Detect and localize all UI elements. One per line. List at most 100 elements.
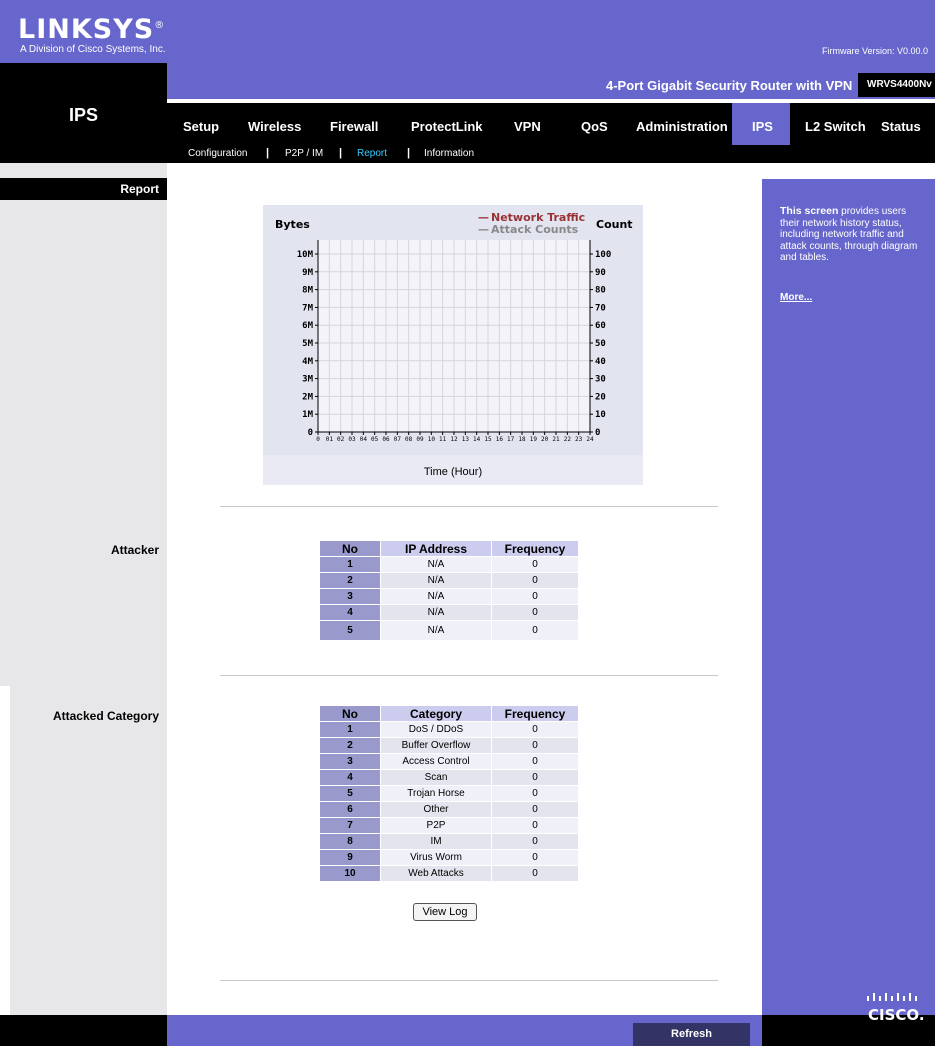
x-tick-label: 11 — [439, 436, 447, 443]
row-number: 3 — [320, 754, 380, 769]
view-log-button[interactable]: View Log — [413, 903, 477, 921]
row-number: 4 — [320, 605, 380, 620]
x-tick-label: 16 — [496, 436, 504, 443]
more-link[interactable]: More... — [780, 292, 812, 303]
right-tick-label: 40 — [595, 357, 606, 367]
frequency: 0 — [492, 850, 578, 865]
left-tick-label: 5M — [302, 339, 313, 349]
row-number: 7 — [320, 818, 380, 833]
left-tick-label: 6M — [302, 321, 313, 331]
x-axis-label: Time (Hour) — [424, 466, 482, 478]
tab-setup[interactable]: Setup — [183, 119, 219, 134]
x-tick-label: 12 — [450, 436, 458, 443]
right-tick-label: 0 — [595, 428, 600, 438]
subtab-separator: | — [407, 147, 411, 159]
left-tick-label: 9M — [302, 268, 313, 278]
column-header: Frequency — [492, 706, 578, 721]
column-header: IP Address — [381, 541, 491, 556]
category: Scan — [381, 770, 491, 785]
category: Web Attacks — [381, 866, 491, 881]
firmware-version: Firmware Version: V0.00.0 — [822, 46, 929, 56]
x-tick-label: 18 — [518, 436, 526, 443]
frequency: 0 — [492, 818, 578, 833]
column-header: Frequency — [492, 541, 578, 556]
subtab-configuration[interactable]: Configuration — [188, 148, 247, 159]
left-tick-label: 7M — [302, 303, 313, 313]
divider — [220, 980, 718, 981]
row-number: 10 — [320, 866, 380, 881]
x-tick-label: 14 — [473, 436, 481, 443]
left-label-column — [0, 163, 167, 1015]
x-tick-label: 06 — [382, 436, 390, 443]
ip-address: N/A — [381, 605, 491, 620]
x-tick-label: 24 — [586, 436, 594, 443]
x-tick-label: 04 — [360, 436, 368, 443]
x-tick-label: 03 — [348, 436, 356, 443]
tab-ips[interactable]: IPS — [752, 119, 773, 134]
row-number: 2 — [320, 738, 380, 753]
category: IM — [381, 834, 491, 849]
frequency: 0 — [492, 786, 578, 801]
linksys-logo: LINKSYS® — [18, 14, 166, 45]
row-number: 3 — [320, 589, 380, 604]
ip-address: N/A — [381, 589, 491, 604]
row-number: 4 — [320, 770, 380, 785]
tab-qos[interactable]: QoS — [581, 119, 608, 134]
subtab-report[interactable]: Report — [357, 148, 387, 159]
attacked-category-table: No Category Frequency 1 DoS / DDoS 0 2 Buff… — [319, 705, 579, 882]
footer-left — [0, 1015, 167, 1046]
left-axis-label: Bytes — [275, 218, 310, 231]
table-row: 2 N/A 0 — [320, 573, 578, 588]
tab-wireless[interactable]: Wireless — [248, 119, 301, 134]
tab-l2-switch[interactable]: L2 Switch — [805, 119, 866, 134]
left-tick-label: 2M — [302, 392, 313, 402]
cisco-wordmark: CISCO. — [868, 1006, 925, 1024]
x-tick-label: 19 — [530, 436, 538, 443]
frequency: 0 — [492, 802, 578, 817]
subtab-information[interactable]: Information — [424, 148, 474, 159]
tab-vpn[interactable]: VPN — [514, 119, 541, 134]
traffic-chart-svg: 0 01M 102M 203M 304M 405M 506M 607M 708M 809M 9010… — [263, 211, 643, 485]
x-tick-label: 0 — [316, 436, 320, 443]
row-number: 2 — [320, 573, 380, 588]
table-row: 6 Other 0 — [320, 802, 578, 817]
table-row: 4 Scan 0 — [320, 770, 578, 785]
subtab-separator: | — [339, 147, 343, 159]
frequency: 0 — [492, 754, 578, 769]
attacked-category-label: Attacked Category — [52, 709, 159, 723]
attacker-table: No IP Address Frequency 1 N/A 0 2 N/A 0 3 N/A… — [319, 540, 579, 641]
column-header: Category — [381, 706, 491, 721]
left-column-gap — [0, 686, 10, 1015]
category: Virus Worm — [381, 850, 491, 865]
divider — [220, 506, 718, 507]
table-row: 7 P2P 0 — [320, 818, 578, 833]
frequency: 0 — [492, 573, 578, 588]
row-number: 5 — [320, 621, 380, 640]
row-number: 6 — [320, 802, 380, 817]
tab-protectlink[interactable]: ProtectLink — [411, 119, 483, 134]
tab-administration[interactable]: Administration — [636, 119, 728, 134]
divider — [220, 675, 718, 676]
refresh-button[interactable]: Refresh — [633, 1023, 750, 1046]
cisco-logo: CISCO. — [867, 993, 925, 1024]
x-tick-label: 09 — [416, 436, 424, 443]
row-number: 8 — [320, 834, 380, 849]
right-tick-label: 50 — [595, 339, 606, 349]
x-tick-label: 07 — [394, 436, 402, 443]
column-header: No — [320, 706, 380, 721]
x-tick-label: 01 — [326, 436, 334, 443]
x-tick-label: 08 — [405, 436, 413, 443]
help-panel-top-gap — [762, 163, 935, 179]
left-tick-label: 1M — [302, 410, 313, 420]
legend-label: Attack Counts — [491, 223, 579, 236]
tab-status[interactable]: Status — [881, 119, 921, 134]
left-tick-label: 8M — [302, 286, 313, 296]
section-title: IPS — [68, 105, 98, 125]
attacker-label: Attacker — [110, 543, 159, 557]
subtab-p2p-im[interactable]: P2P / IM — [285, 148, 323, 159]
help-panel — [762, 163, 935, 1015]
right-tick-label: 20 — [595, 392, 606, 402]
tab-firewall[interactable]: Firewall — [330, 119, 378, 134]
model-number: WRVS4400Nv — [858, 73, 935, 97]
x-tick-label: 13 — [462, 436, 470, 443]
